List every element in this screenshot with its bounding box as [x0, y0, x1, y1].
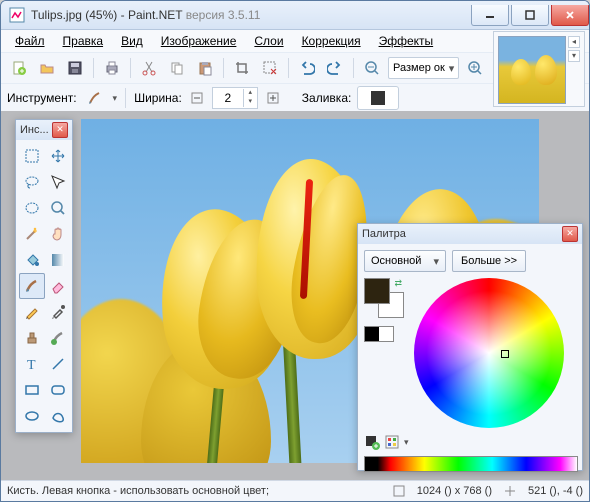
- status-dimensions: 1024 () x 768 (): [417, 485, 492, 497]
- thumb-prev-icon[interactable]: ◂: [568, 36, 580, 48]
- maximize-button[interactable]: [511, 5, 549, 26]
- cut-button[interactable]: [137, 56, 161, 80]
- color-wheel[interactable]: [414, 278, 564, 428]
- undo-button[interactable]: [295, 56, 319, 80]
- width-plus-button[interactable]: [264, 89, 282, 107]
- spin-up-icon[interactable]: ▴: [243, 89, 257, 98]
- tool-ellipse[interactable]: [19, 403, 45, 429]
- menu-correction[interactable]: Коррекция: [294, 32, 369, 50]
- spin-down-icon[interactable]: ▾: [243, 98, 257, 107]
- tool-gradient[interactable]: [45, 247, 71, 273]
- paste-button[interactable]: [193, 56, 217, 80]
- window-title: Tulips.jpg (45%) - Paint.NET версия 3.5.…: [31, 8, 260, 22]
- app-window: Tulips.jpg (45%) - Paint.NET версия 3.5.…: [0, 0, 590, 502]
- fill-label: Заливка:: [302, 91, 352, 105]
- tool-rect[interactable]: [19, 377, 45, 403]
- tool-round-rect[interactable]: [45, 377, 71, 403]
- spectrum-bar[interactable]: [364, 456, 578, 472]
- tool-selector-button[interactable]: [83, 86, 107, 110]
- tool-zoom[interactable]: [45, 195, 71, 221]
- tool-recolor[interactable]: [45, 325, 71, 351]
- dimensions-icon: [393, 485, 405, 497]
- tool-magic-wand[interactable]: [19, 221, 45, 247]
- tool-clone[interactable]: [19, 325, 45, 351]
- zoom-out-button[interactable]: [360, 56, 384, 80]
- new-file-button[interactable]: [7, 56, 31, 80]
- tool-ellipse-select[interactable]: [19, 195, 45, 221]
- fill-selector-button[interactable]: [357, 86, 399, 110]
- palette-more-button[interactable]: Больше >>: [452, 250, 526, 272]
- menu-layers[interactable]: Слои: [246, 32, 291, 50]
- zoom-in-button[interactable]: [463, 56, 487, 80]
- wheel-marker-icon: [501, 350, 509, 358]
- palette-title: Палитра: [362, 228, 406, 240]
- palette-close-button[interactable]: ✕: [562, 226, 578, 242]
- save-button[interactable]: [63, 56, 87, 80]
- width-input[interactable]: [213, 90, 243, 106]
- palette-panel: Палитра ✕ Основной▾ Больше >> ⇄: [357, 223, 583, 471]
- width-label: Ширина:: [134, 91, 182, 105]
- tools-panel-title: Инс...: [20, 124, 49, 136]
- status-hint: Кисть. Левая кнопка - использовать основ…: [7, 485, 269, 497]
- minimize-button[interactable]: [471, 5, 509, 26]
- tool-brush[interactable]: [19, 273, 45, 299]
- color-swatches[interactable]: ⇄: [364, 278, 404, 318]
- tool-freeform[interactable]: [45, 403, 71, 429]
- menu-effects[interactable]: Эффекты: [371, 32, 442, 50]
- statusbar: Кисть. Левая кнопка - использовать основ…: [1, 480, 589, 501]
- tools-panel-close-button[interactable]: ✕: [52, 122, 68, 138]
- titlebar: Tulips.jpg (45%) - Paint.NET версия 3.5.…: [1, 1, 589, 30]
- width-spinner[interactable]: ▴▾: [212, 87, 258, 109]
- image-thumbnail-panel: ◂ ▾: [493, 31, 585, 107]
- crop-button[interactable]: [230, 56, 254, 80]
- swap-colors-icon[interactable]: ⇄: [394, 278, 402, 289]
- dropdown-icon[interactable]: ▾: [404, 437, 409, 448]
- redo-button[interactable]: [323, 56, 347, 80]
- tool-rect-select[interactable]: [19, 143, 45, 169]
- svg-text:T: T: [27, 358, 36, 372]
- menu-image[interactable]: Изображение: [153, 32, 245, 50]
- tool-text[interactable]: T: [19, 351, 45, 377]
- print-button[interactable]: [100, 56, 124, 80]
- tool-pan[interactable]: [45, 221, 71, 247]
- tool-eraser[interactable]: [45, 273, 71, 299]
- tools-panel: Инс...✕ T: [15, 119, 73, 433]
- close-button[interactable]: [551, 5, 589, 26]
- menu-file[interactable]: Файл: [7, 32, 53, 50]
- width-minus-button[interactable]: [188, 89, 206, 107]
- foreground-swatch[interactable]: [364, 278, 390, 304]
- open-file-button[interactable]: [35, 56, 59, 80]
- tool-label: Инструмент:: [7, 91, 77, 105]
- default-colors-button[interactable]: [364, 326, 394, 342]
- image-thumbnail[interactable]: [498, 36, 566, 104]
- app-icon: [9, 7, 25, 23]
- deselect-button[interactable]: [258, 56, 282, 80]
- palette-manage-icon[interactable]: [384, 434, 400, 450]
- tool-fill[interactable]: [19, 247, 45, 273]
- tool-move-pixels[interactable]: [45, 169, 71, 195]
- tool-move-selection[interactable]: [45, 143, 71, 169]
- tool-lasso[interactable]: [19, 169, 45, 195]
- tool-line[interactable]: [45, 351, 71, 377]
- position-icon: [504, 485, 516, 497]
- palette-mode-combo[interactable]: Основной▾: [364, 250, 446, 272]
- zoom-combo[interactable]: Размер ок▾: [388, 57, 459, 79]
- palette-add-color-icon[interactable]: [364, 434, 380, 450]
- thumb-next-icon[interactable]: ▾: [568, 50, 580, 62]
- tool-picker[interactable]: [45, 299, 71, 325]
- copy-button[interactable]: [165, 56, 189, 80]
- tool-pencil[interactable]: [19, 299, 45, 325]
- menu-view[interactable]: Вид: [113, 32, 151, 50]
- status-position: 521 (), -4 (): [528, 485, 583, 497]
- menu-edit[interactable]: Правка: [55, 32, 112, 50]
